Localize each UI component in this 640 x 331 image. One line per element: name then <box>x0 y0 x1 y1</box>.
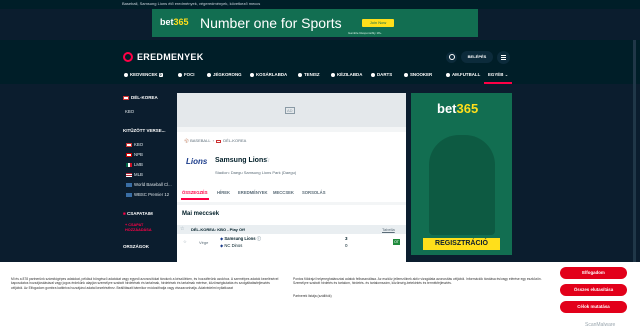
partners-list-link[interactable]: Partnerek listája (szállítók) <box>293 294 332 298</box>
league-header[interactable]: ☆ DÉL-KOREA: KBO - Play Off Tabella <box>177 225 406 234</box>
add-team-link[interactable]: + CSAPAT HOZZÁADÁSA <box>125 223 165 232</box>
tab-draw[interactable]: SORSOLÁS <box>302 190 326 195</box>
nav-favorites[interactable]: KEDVENCEK 0 <box>124 72 163 77</box>
american-football-icon <box>446 72 450 77</box>
south-korea-flag-icon <box>216 139 222 143</box>
pinned-league-item[interactable]: NPB <box>126 152 143 157</box>
bet365-logo: bet365 <box>160 17 189 27</box>
login-button[interactable]: BELÉPÉS <box>461 51 493 63</box>
star-icon <box>124 72 128 77</box>
usa-flag-icon <box>126 172 132 177</box>
countries-title: ORSZÁGOK <box>123 244 150 249</box>
breadcrumb-sport[interactable]: BASEBALL <box>190 138 210 143</box>
accept-button[interactable]: Elfogadom <box>560 267 627 279</box>
pinned-leagues-title: KITŰZÖTT VERSE... <box>123 128 166 133</box>
nav-darts[interactable]: DARTS <box>371 72 392 77</box>
ad-player-image <box>429 135 495 235</box>
nav-hockey[interactable]: JÉGKORONG <box>207 72 242 77</box>
nav-handball[interactable]: KÉZILABDA <box>331 72 362 77</box>
sport-nav <box>0 68 640 84</box>
favorites-count-badge: 0 <box>158 73 163 77</box>
pinned-league-item[interactable]: LMB <box>126 162 143 167</box>
home-score: 3 <box>345 236 348 241</box>
hamburger-menu-icon[interactable] <box>497 51 510 64</box>
tab-news[interactable]: HÍREK <box>217 190 230 195</box>
search-icon[interactable] <box>446 52 457 63</box>
right-ad-banner[interactable]: bet365 REGISZTRÁCIÓ <box>411 93 512 255</box>
nav-more[interactable]: EGYÉB ⌄ <box>488 72 508 78</box>
world-flag-icon <box>126 182 132 187</box>
purposes-title: Mi és partnereink az alábbiak nyújtása é… <box>293 269 475 275</box>
section-title: Mai meccsek <box>182 211 220 217</box>
reject-all-button[interactable]: Összes elutasítása <box>560 284 627 296</box>
football-icon <box>178 72 182 77</box>
top-info-bar: Baseball, Samsung Lions élő eredmények, … <box>0 0 640 9</box>
mexico-flag-icon <box>126 162 132 167</box>
brand-logo-icon[interactable] <box>123 52 133 62</box>
pinned-league-item[interactable]: World Baseball Cl... <box>126 182 172 187</box>
watermark: ScanMalware <box>585 322 616 328</box>
south-korea-flag-icon <box>126 142 132 147</box>
home-team[interactable]: ◆ Samsung Lions ⓘ <box>220 236 261 242</box>
show-purposes-button[interactable]: Célok mutatása <box>560 301 627 313</box>
my-teams-title: ■ CSAPATAIM <box>123 211 153 216</box>
nav-basketball[interactable]: KOSÁRLABDA <box>250 72 287 77</box>
table-link[interactable]: Tabella <box>382 227 395 232</box>
favorite-star-icon[interactable]: ☆ <box>264 156 270 164</box>
info-icon: ⓘ <box>256 236 261 241</box>
handball-icon <box>331 72 335 77</box>
purposes-text: Pontos földrajzi helymeghatározási adato… <box>293 277 542 286</box>
ad-placeholder: AD <box>177 93 406 127</box>
pinned-league-item[interactable]: WBSC Premier 12 <box>126 192 169 197</box>
match-star-icon[interactable]: ☆ <box>183 239 187 244</box>
pinned-league-item[interactable]: MLB <box>126 172 143 177</box>
left-country-item[interactable]: KBO <box>125 109 134 114</box>
tennis-icon <box>298 72 302 77</box>
top-info-text: Baseball, Samsung Lions élő eredmények, … <box>122 1 261 6</box>
consent-title: Törődünk a magánéletével <box>11 269 77 275</box>
match-status: Vége <box>199 240 209 245</box>
team-name: Samsung Lions <box>215 157 268 164</box>
south-korea-flag-icon <box>123 95 129 100</box>
banner-disclaimer: Gamble Responsibly 18+ <box>348 31 382 35</box>
nav-snooker[interactable]: SNOOKER <box>404 72 432 77</box>
hockey-icon <box>207 72 211 77</box>
snooker-icon <box>404 72 408 77</box>
tab-fixtures[interactable]: MECCSEK <box>273 190 294 195</box>
bet365-logo: bet365 <box>437 101 479 116</box>
away-team[interactable]: ◆ NC Dinos <box>220 243 242 248</box>
breadcrumb: ⚾ BASEBALL › DÉL-KOREA <box>184 138 247 143</box>
stadium-info: Stadion: Daegu Samsung Lions Park (Daegu… <box>215 170 297 175</box>
nav-active-indicator <box>484 82 512 84</box>
pinned-league-item[interactable]: KBO <box>126 142 143 147</box>
japan-flag-icon <box>126 152 132 157</box>
join-now-button[interactable]: Join Now <box>362 19 394 27</box>
page-scrollbar[interactable] <box>633 40 636 262</box>
tab-active-indicator <box>181 198 209 200</box>
left-country-section[interactable]: DÉL-KOREA <box>123 95 158 100</box>
nav-football[interactable]: FOCI <box>178 72 195 77</box>
odds-badge[interactable]: OT <box>393 239 400 245</box>
nav-tennis[interactable]: TENISZ <box>298 72 320 77</box>
brand-name[interactable]: EREDMENYEK <box>137 52 204 62</box>
register-button[interactable]: REGISZTRÁCIÓ <box>423 238 500 250</box>
team-logo: Lions <box>186 157 208 166</box>
tab-summary[interactable]: ÖSSZEGZÉS <box>182 190 208 195</box>
world-flag-icon <box>126 192 132 197</box>
banner-headline: Number one for Sports <box>200 15 342 31</box>
basketball-icon <box>250 72 254 77</box>
darts-icon <box>371 72 375 77</box>
away-score: 0 <box>345 243 348 248</box>
tab-results[interactable]: EREDMÉNYEK <box>238 190 268 195</box>
star-icon[interactable]: ☆ <box>180 226 184 232</box>
nav-american-football[interactable]: AM.FUTBALL <box>446 72 480 77</box>
top-ad-banner[interactable]: bet365 Number one for Sports Join Now Ga… <box>152 9 478 37</box>
ad-label: AD <box>285 107 295 114</box>
league-name[interactable]: DÉL-KOREA: KBO - Play Off <box>191 227 245 232</box>
breadcrumb-country[interactable]: DÉL-KOREA <box>223 138 246 143</box>
consent-text: Mi és a 878 partnerünk számítógépes adat… <box>11 277 279 290</box>
